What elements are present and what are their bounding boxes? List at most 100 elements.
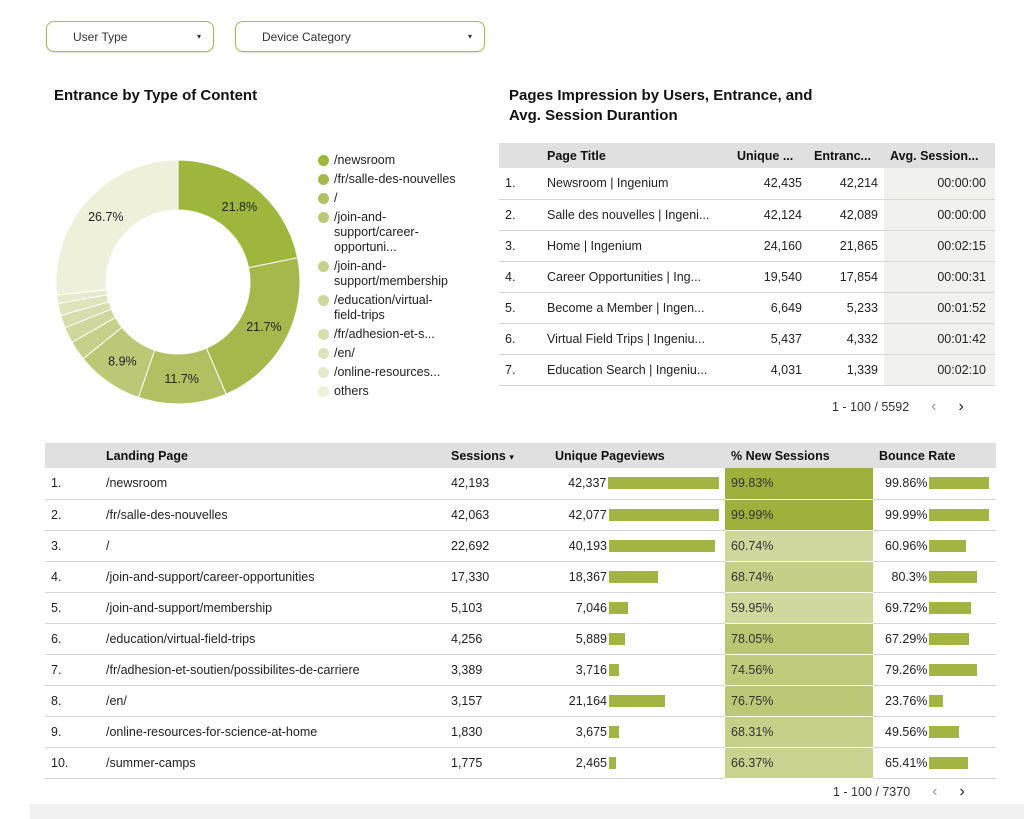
device-category-filter[interactable]: Device Category ▾: [235, 21, 485, 52]
legend-item[interactable]: /join-and-support/membership: [318, 259, 458, 289]
col-sessions[interactable]: Sessions ▾: [445, 443, 549, 468]
legend-item[interactable]: /newsroom: [318, 153, 458, 168]
pages-table-title: Pages Impression by Users, Entrance, and…: [509, 87, 813, 124]
legend-label: /fr/adhesion-et-s...: [334, 327, 435, 341]
bounce-rate-cell: 65.41%: [873, 747, 996, 779]
table-row[interactable]: 5. Become a Member | Ingen... 6,649 5,233 00…: [499, 292, 995, 324]
legend-item[interactable]: /fr/salle-des-nouvelles: [318, 172, 458, 187]
table-row[interactable]: 2./fr/salle-des-nouvelles 42,063 42,077 99.…: [45, 499, 996, 531]
col-new-sessions[interactable]: % New Sessions: [725, 443, 873, 468]
row-index: 4.: [499, 261, 541, 293]
prev-page-icon[interactable]: ‹: [931, 398, 936, 416]
unique-pageviews-value: 7,046: [575, 600, 607, 615]
bounce-rate-bar: [929, 694, 943, 707]
new-sessions-cell: 68.31%: [725, 716, 873, 748]
unique-cell: 42,124: [731, 199, 808, 231]
bounce-rate-value: 49.56%: [885, 724, 928, 739]
landing-page-cell: /: [100, 530, 445, 562]
landing-page-cell: /education/virtual-field-trips: [100, 623, 445, 655]
table-row[interactable]: 10./summer-camps 1,775 2,465 66.37% 65.41%: [45, 747, 996, 779]
bounce-rate-cell: 79.26%: [873, 654, 996, 686]
bounce-rate-value: 80.3%: [891, 569, 927, 584]
col-page-title[interactable]: Page Title: [541, 143, 731, 168]
donut-slice[interactable]: [55, 159, 179, 296]
bounce-rate-bar: [929, 663, 977, 676]
prev-page-icon[interactable]: ‹: [932, 783, 937, 801]
unique-pageviews-bar: [609, 694, 665, 707]
bounce-rate-value: 99.86%: [885, 476, 928, 491]
legend-label: /join-and-support/membership: [334, 259, 448, 288]
legend-swatch: [318, 367, 329, 378]
sessions-cell: 5,103: [445, 592, 549, 624]
legend-item[interactable]: others: [318, 384, 458, 399]
table-row[interactable]: 9./online-resources-for-science-at-home 1…: [45, 716, 996, 748]
donut-slice-label: 8.9%: [108, 355, 137, 369]
legend-item[interactable]: /education/virtual-field-trips: [318, 293, 458, 323]
table-row[interactable]: 7./fr/adhesion-et-soutien/possibilites-d…: [45, 654, 996, 686]
col-sessions-label: Sessions: [451, 448, 506, 463]
entrances-cell: 5,233: [808, 292, 884, 324]
unique-cell: 24,160: [731, 230, 808, 262]
legend-item[interactable]: /: [318, 191, 458, 206]
entrance-donut-chart[interactable]: 21.8% 21.7% 11.7% 8.9% 26.7%: [50, 154, 306, 410]
legend-label: /online-resources...: [334, 365, 441, 379]
legend-item[interactable]: /fr/adhesion-et-s...: [318, 327, 458, 342]
col-index: [499, 143, 541, 168]
table-row[interactable]: 6./education/virtual-field-trips 4,256 5,8…: [45, 623, 996, 655]
table-row[interactable]: 1. Newsroom | Ingenium 42,435 42,214 00:00:0…: [499, 168, 995, 200]
table-row[interactable]: 2. Salle des nouvelles | Ingeni... 42,124 4…: [499, 199, 995, 231]
col-landing-page[interactable]: Landing Page: [100, 443, 445, 468]
unique-pageviews-cell: 42,077: [549, 499, 725, 531]
donut-slice-label: 11.7%: [164, 372, 199, 386]
table-row[interactable]: 8./en/3,157 21,164 76.75% 23.76%: [45, 685, 996, 717]
bounce-rate-bar: [929, 601, 971, 614]
avg-session-cell: 00:01:42: [884, 323, 995, 355]
unique-pageviews-bar: [609, 570, 658, 583]
legend-swatch: [318, 295, 329, 306]
table-row[interactable]: 4. Career Opportunities | Ing... 19,540 17,…: [499, 261, 995, 293]
unique-pageviews-cell: 7,046: [549, 592, 725, 624]
unique-pageviews-value: 3,675: [575, 724, 607, 739]
col-unique[interactable]: Unique ...: [731, 143, 808, 168]
unique-pageviews-value: 21,164: [568, 693, 607, 708]
table-row[interactable]: 7. Education Search | Ingeniu... 4,031 1,33…: [499, 354, 995, 386]
unique-pageviews-value: 42,337: [568, 476, 607, 491]
legend-swatch: [318, 261, 329, 272]
sessions-cell: 1,775: [445, 747, 549, 779]
unique-pageviews-cell: 2,465: [549, 747, 725, 779]
unique-pageviews-cell: 5,889: [549, 623, 725, 655]
landing-page-table: Landing Page Sessions ▾ Unique Pageviews…: [45, 443, 996, 779]
footer-band: [30, 804, 1024, 819]
legend-item[interactable]: /online-resources...: [318, 365, 458, 380]
table-row[interactable]: 4./join-and-support/career-opportunities…: [45, 561, 996, 593]
user-type-filter[interactable]: User Type ▾: [46, 21, 214, 52]
row-index: 7.: [499, 354, 541, 386]
new-sessions-cell: 76.75%: [725, 685, 873, 717]
landing-page-cell: /join-and-support/membership: [100, 592, 445, 624]
legend-item[interactable]: /en/: [318, 346, 458, 361]
table-row[interactable]: 3./22,692 40,193 60.74% 60.96%: [45, 530, 996, 562]
next-page-icon[interactable]: ›: [958, 398, 963, 416]
table-row[interactable]: 5./join-and-support/membership 5,103 7,046…: [45, 592, 996, 624]
new-sessions-cell: 99.83%: [725, 468, 873, 500]
col-entrances[interactable]: Entranc...: [808, 143, 884, 168]
legend-swatch: [318, 329, 329, 340]
legend-item[interactable]: /join-and-support/career-opportuni...: [318, 210, 458, 255]
page-title-cell: Newsroom | Ingenium: [541, 168, 731, 200]
bounce-rate-cell: 67.29%: [873, 623, 996, 655]
table-row[interactable]: 1./newsroom 42,193 42,337 99.83% 99.86%: [45, 468, 996, 500]
col-avg-session[interactable]: Avg. Session...: [884, 143, 995, 168]
table-row[interactable]: 3. Home | Ingenium 24,160 21,865 00:02:15: [499, 230, 995, 262]
avg-session-cell: 00:01:52: [884, 292, 995, 324]
entrances-cell: 1,339: [808, 354, 884, 386]
col-bounce-rate[interactable]: Bounce Rate: [873, 443, 996, 468]
next-page-icon[interactable]: ›: [959, 783, 964, 801]
col-unique-pageviews[interactable]: Unique Pageviews: [549, 443, 725, 468]
sessions-cell: 3,389: [445, 654, 549, 686]
table-row[interactable]: 6. Virtual Field Trips | Ingeniu... 5,437 4…: [499, 323, 995, 355]
unique-cell: 4,031: [731, 354, 808, 386]
bounce-rate-cell: 60.96%: [873, 530, 996, 562]
row-index: 1.: [499, 168, 541, 200]
bounce-rate-bar: [929, 725, 959, 738]
pager-range: 1 - 100 / 5592: [832, 400, 910, 414]
